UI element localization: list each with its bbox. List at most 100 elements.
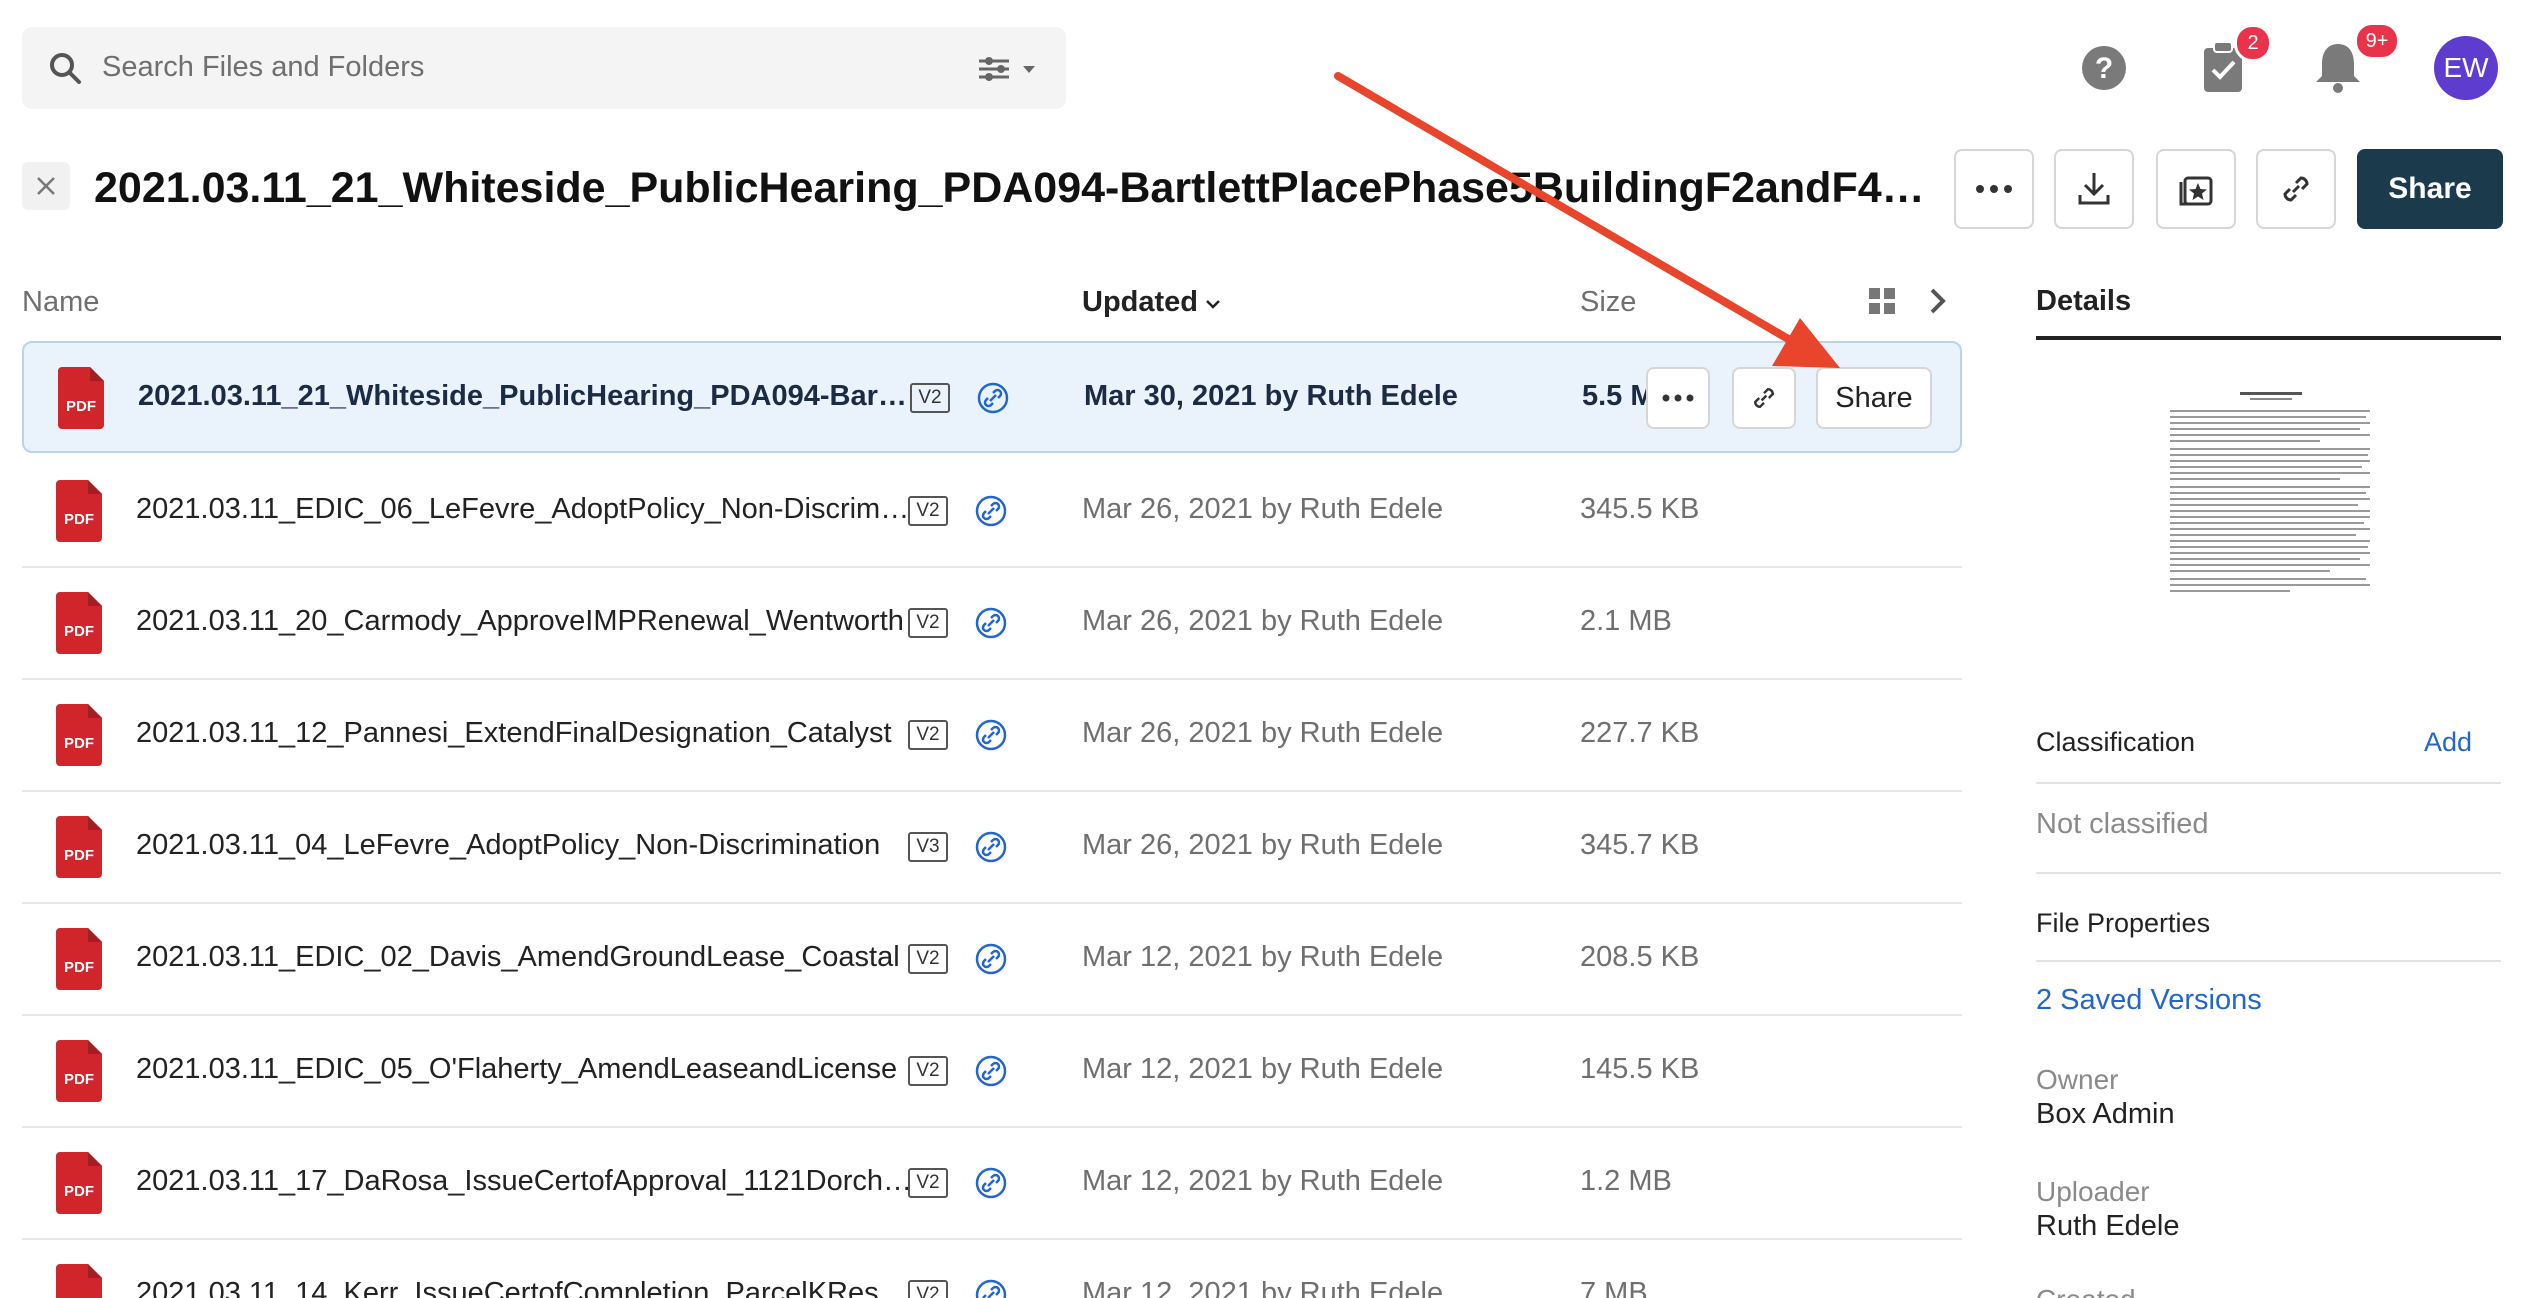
add-to-collection-button[interactable] [2156, 149, 2236, 229]
download-icon [2078, 173, 2110, 205]
shared-link-icon[interactable] [974, 1166, 1008, 1200]
file-size: 7 MB [1580, 1277, 1648, 1298]
grid-view-icon[interactable] [1868, 287, 1896, 315]
search-icon [50, 53, 81, 84]
file-name[interactable]: 2021.03.11_EDIC_06_LeFevre_AdoptPolicy_N… [136, 493, 914, 526]
pdf-file-icon: PDF [56, 1264, 102, 1298]
uploader-value: Ruth Edele [2036, 1210, 2180, 1242]
file-size: 145.5 KB [1580, 1053, 1700, 1085]
version-badge[interactable]: V2 [910, 383, 950, 413]
version-badge[interactable]: V2 [908, 496, 948, 526]
table-row[interactable]: PDF 2021.03.11_14_Kerr_IssueCertofComple… [22, 1240, 1962, 1298]
pdf-file-icon: PDF [56, 480, 102, 542]
pdf-file-icon: PDF [56, 1040, 102, 1102]
more-options-button[interactable] [1954, 149, 2034, 229]
filter-sliders-icon[interactable] [977, 51, 1047, 87]
shared-link-icon[interactable] [974, 606, 1008, 640]
column-header-updated-label: Updated [1082, 286, 1198, 318]
pdf-file-icon: PDF [56, 592, 102, 654]
column-header-updated[interactable]: Updated [1082, 286, 1222, 319]
svg-text:PDF: PDF [64, 735, 94, 752]
file-size: 227.7 KB [1580, 717, 1700, 749]
updated-text: Mar 12, 2021 by Ruth Edele [1082, 1277, 1444, 1298]
ellipsis-icon [1976, 185, 2012, 193]
ellipsis-icon [1662, 394, 1694, 402]
file-name[interactable]: 2021.03.11_EDIC_05_O'Flaherty_AmendLease… [136, 1053, 914, 1086]
version-badge[interactable]: V2 [908, 1168, 948, 1198]
chevron-down-icon [1206, 300, 1220, 309]
file-name[interactable]: 2021.03.11_14_Kerr_IssueCertofCompletion… [136, 1277, 914, 1298]
shared-link-icon[interactable] [974, 718, 1008, 752]
updated-text: Mar 12, 2021 by Ruth Edele [1082, 1053, 1444, 1085]
column-header-name[interactable]: Name [22, 286, 99, 319]
table-row[interactable]: PDF 2021.03.11_EDIC_06_LeFevre_AdoptPoli… [22, 456, 1962, 568]
version-badge[interactable]: V2 [908, 720, 948, 750]
shared-link-icon[interactable] [974, 1278, 1008, 1298]
file-size: 345.7 KB [1580, 829, 1700, 861]
classification-value: Not classified [2036, 808, 2209, 840]
row-copy-link-button[interactable] [1732, 367, 1796, 429]
divider [2036, 960, 2501, 962]
shared-link-icon[interactable] [974, 1054, 1008, 1088]
pdf-file-icon: PDF [56, 928, 102, 990]
file-name[interactable]: 2021.03.11_EDIC_02_Davis_AmendGroundLeas… [136, 941, 914, 974]
file-size: 345.5 KB [1580, 493, 1700, 525]
table-row[interactable]: PDF 2021.03.11_EDIC_05_O'Flaherty_AmendL… [22, 1016, 1962, 1128]
shared-link-icon[interactable] [974, 494, 1008, 528]
copy-link-button[interactable] [2256, 149, 2336, 229]
download-button[interactable] [2054, 149, 2134, 229]
version-badge[interactable]: V2 [908, 1280, 948, 1298]
file-size: 208.5 KB [1580, 941, 1700, 973]
search-input[interactable]: Search Files and Folders [102, 51, 424, 84]
table-row[interactable]: PDF 2021.03.11_12_Pannesi_ExtendFinalDes… [22, 680, 1962, 792]
table-row[interactable]: PDF 2021.03.11_04_LeFevre_AdoptPolicy_No… [22, 792, 1962, 904]
close-icon [37, 177, 55, 195]
tab-details[interactable]: Details [2036, 285, 2131, 318]
updated-text: Mar 12, 2021 by Ruth Edele [1082, 1165, 1444, 1197]
help-icon[interactable]: ? [2080, 44, 2128, 92]
search-bar[interactable]: Search Files and Folders [22, 27, 1066, 109]
svg-text:?: ? [2095, 52, 2113, 85]
document-preview-thumbnail[interactable] [2150, 380, 2392, 640]
file-size: 5.5 MB [1582, 380, 1648, 412]
file-name[interactable]: 2021.03.11_20_Carmody_ApproveIMPRenewal_… [136, 605, 914, 638]
tab-active-indicator [2036, 336, 2501, 340]
file-size: 1.2 MB [1580, 1165, 1672, 1197]
add-classification-link[interactable]: Add [2424, 727, 2472, 758]
close-button[interactable] [22, 162, 70, 210]
table-row[interactable]: PDF 2021.03.11_17_DaRosa_IssueCertofAppr… [22, 1128, 1962, 1240]
version-badge[interactable]: V2 [908, 608, 948, 638]
shared-link-icon[interactable] [976, 381, 1010, 415]
link-icon [2283, 176, 2309, 202]
version-badge[interactable]: V2 [908, 944, 948, 974]
file-name[interactable]: 2021.03.11_12_Pannesi_ExtendFinalDesigna… [136, 717, 914, 750]
row-more-options-button[interactable] [1646, 367, 1710, 429]
saved-versions-link[interactable]: 2 Saved Versions [2036, 984, 2262, 1017]
file-name[interactable]: 2021.03.11_17_DaRosa_IssueCertofApproval… [136, 1165, 914, 1198]
svg-text:PDF: PDF [64, 1183, 94, 1200]
classification-label: Classification [2036, 727, 2196, 757]
avatar[interactable]: EW [2434, 36, 2498, 100]
table-row[interactable]: PDF 2021.03.11_20_Carmody_ApproveIMPRene… [22, 568, 1962, 680]
column-header-size[interactable]: Size [1580, 286, 1636, 319]
file-name[interactable]: 2021.03.11_21_Whiteside_PublicHearing_PD… [138, 380, 916, 413]
pdf-file-icon: PDF [56, 704, 102, 766]
collection-star-icon [2179, 176, 2213, 206]
table-row[interactable]: PDF 2021.03.11_EDIC_02_Davis_AmendGround… [22, 904, 1962, 1016]
share-button[interactable]: Share [2357, 149, 2503, 229]
svg-text:PDF: PDF [64, 1071, 94, 1088]
row-share-button[interactable]: Share [1816, 367, 1932, 429]
table-row[interactable]: PDF 2021.03.11_21_Whiteside_PublicHearin… [22, 341, 1962, 453]
page-title: 2021.03.11_21_Whiteside_PublicHearing_PD… [94, 164, 1934, 212]
updated-text: Mar 26, 2021 by Ruth Edele [1082, 605, 1444, 637]
svg-text:PDF: PDF [64, 959, 94, 976]
version-badge[interactable]: V2 [908, 1056, 948, 1086]
file-name[interactable]: 2021.03.11_04_LeFevre_AdoptPolicy_Non-Di… [136, 829, 914, 862]
version-badge[interactable]: V3 [908, 832, 948, 862]
chevron-right-icon[interactable] [1922, 284, 1952, 318]
shared-link-icon[interactable] [974, 942, 1008, 976]
updated-text: Mar 26, 2021 by Ruth Edele [1082, 493, 1444, 525]
shared-link-icon[interactable] [974, 830, 1008, 864]
updated-text: Mar 30, 2021 by Ruth Edele [1084, 380, 1458, 412]
pdf-file-icon: PDF [56, 816, 102, 878]
